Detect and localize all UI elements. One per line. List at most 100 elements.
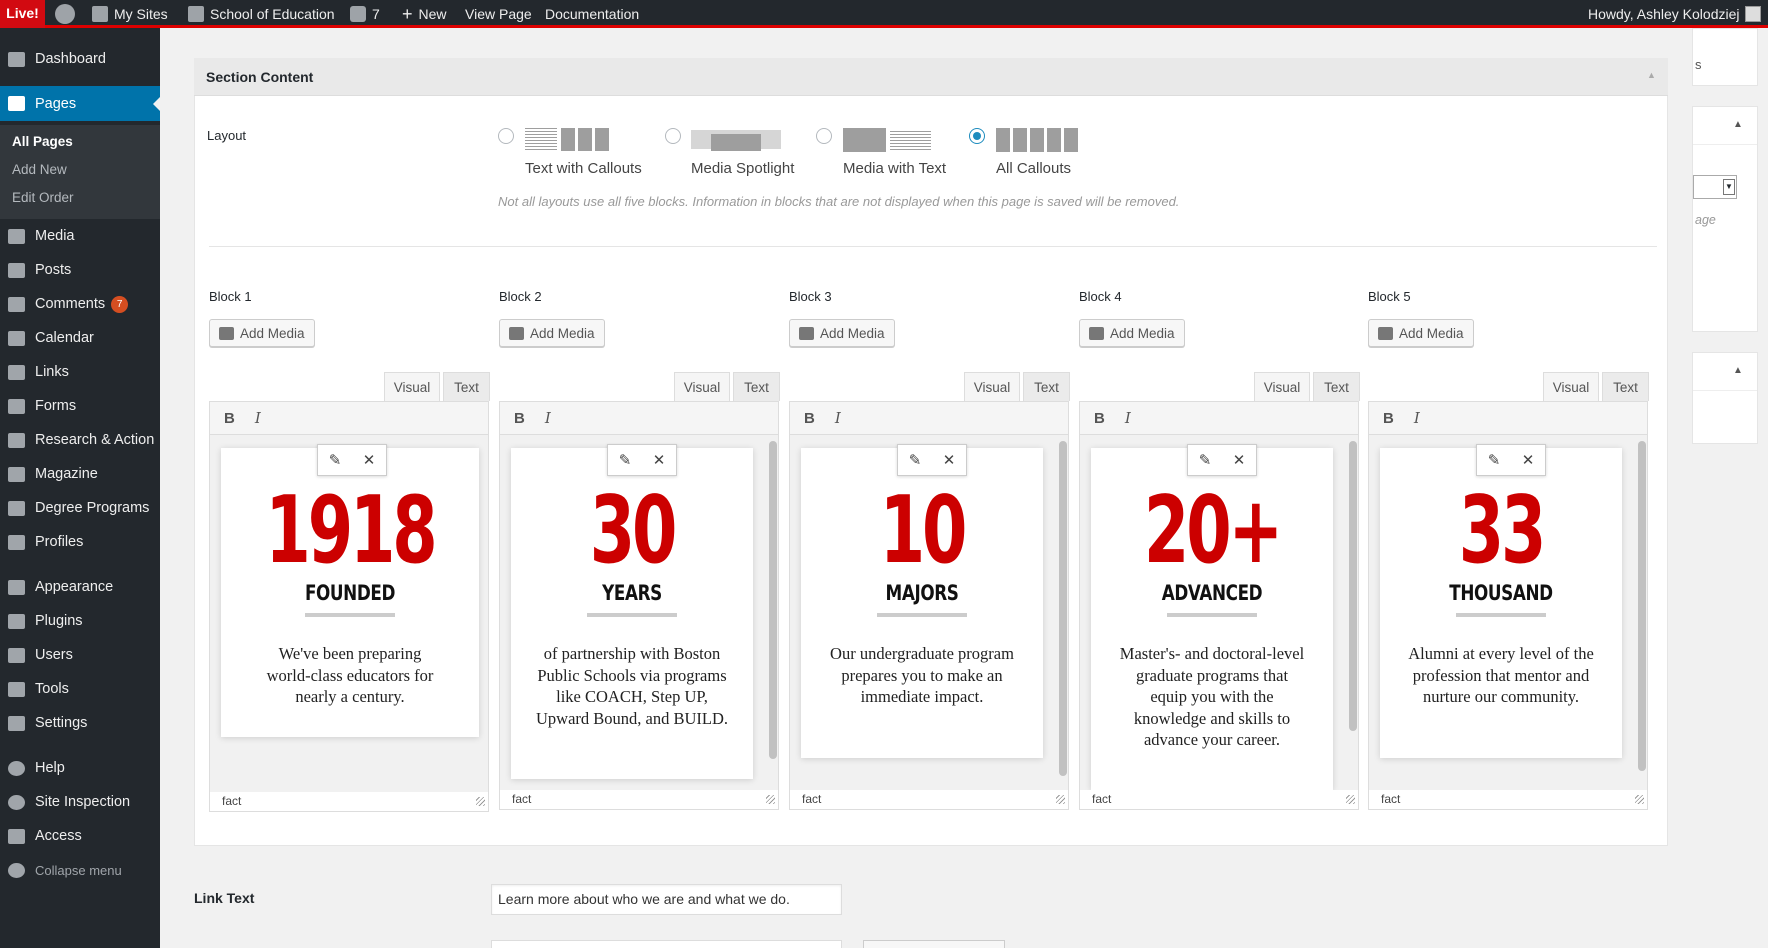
layout-label-text-callouts[interactable]: Text with Callouts <box>525 160 642 177</box>
add-media-button[interactable]: Add Media <box>789 319 895 347</box>
menu-dashboard[interactable]: Dashboard <box>0 42 160 76</box>
tab-text[interactable]: Text <box>1313 372 1360 401</box>
menu-help[interactable]: Help <box>0 751 160 785</box>
menu-links-label: Links <box>35 364 69 380</box>
close-icon[interactable]: ✕ <box>653 451 666 469</box>
bold-button[interactable]: B <box>514 410 525 427</box>
live-badge[interactable]: Live! <box>0 0 45 28</box>
editor-scrollbar[interactable] <box>1638 441 1646 771</box>
resize-handle-icon[interactable] <box>766 795 775 804</box>
callout-number: 10 <box>879 476 968 584</box>
pencil-icon[interactable]: ✎ <box>1199 451 1212 469</box>
collapse-caret-icon[interactable]: ▲ <box>1733 119 1743 130</box>
resize-handle-icon[interactable] <box>1635 795 1644 804</box>
menu-tools[interactable]: Tools <box>0 672 160 706</box>
layout-label-media-text[interactable]: Media with Text <box>843 160 946 177</box>
tab-text[interactable]: Text <box>1602 372 1649 401</box>
bold-button[interactable]: B <box>804 410 815 427</box>
menu-forms[interactable]: Forms <box>0 389 160 423</box>
menu-comments[interactable]: Comments 7 <box>0 287 160 321</box>
layout-radio-text-callouts[interactable] <box>498 128 514 144</box>
next-field-button[interactable] <box>863 940 1005 948</box>
next-field-input[interactable] <box>491 940 842 948</box>
editor-scrollbar[interactable] <box>1059 441 1067 776</box>
tab-visual[interactable]: Visual <box>674 372 730 401</box>
menu-dashboard-label: Dashboard <box>35 51 106 67</box>
italic-button[interactable]: I <box>835 409 841 427</box>
menu-site-inspection[interactable]: Site Inspection <box>0 785 160 819</box>
path-status: fact <box>802 792 822 806</box>
tab-visual[interactable]: Visual <box>964 372 1020 401</box>
tab-text[interactable]: Text <box>733 372 780 401</box>
menu-plugins[interactable]: Plugins <box>0 604 160 638</box>
add-media-button[interactable]: Add Media <box>1368 319 1474 347</box>
tab-visual[interactable]: Visual <box>1254 372 1310 401</box>
pencil-icon[interactable]: ✎ <box>1488 451 1501 469</box>
plugin-icon <box>8 613 25 629</box>
menu-research[interactable]: Research & Action <box>0 423 160 457</box>
comments-link[interactable]: 7 <box>350 0 380 28</box>
tab-text[interactable]: Text <box>1023 372 1070 401</box>
close-icon[interactable]: ✕ <box>943 451 956 469</box>
my-sites-link[interactable]: My Sites <box>92 0 168 28</box>
add-media-button[interactable]: Add Media <box>499 319 605 347</box>
editor-scrollbar[interactable] <box>1349 441 1357 731</box>
site-name-link[interactable]: School of Education <box>188 0 335 28</box>
menu-pages[interactable]: Pages <box>0 86 160 121</box>
resize-handle-icon[interactable] <box>476 797 485 806</box>
italic-button[interactable]: I <box>255 409 261 427</box>
layout-radio-all-callouts[interactable] <box>969 128 985 144</box>
collapse-caret-icon[interactable]: ▲ <box>1733 365 1743 376</box>
bold-button[interactable]: B <box>1383 410 1394 427</box>
layout-radio-media-spotlight[interactable] <box>665 128 681 144</box>
menu-degree-programs[interactable]: Degree Programs <box>0 491 160 525</box>
pencil-icon[interactable]: ✎ <box>619 451 632 469</box>
link-text-input[interactable]: Learn more about who we are and what we … <box>491 884 842 915</box>
menu-profiles[interactable]: Profiles <box>0 525 160 559</box>
section-content-header[interactable]: Section Content ▲ <box>194 58 1668 96</box>
menu-magazine[interactable]: Magazine <box>0 457 160 491</box>
bold-button[interactable]: B <box>1094 410 1105 427</box>
menu-calendar[interactable]: Calendar <box>0 321 160 355</box>
current-menu-arrow <box>153 96 161 112</box>
italic-button[interactable]: I <box>545 409 551 427</box>
tab-visual[interactable]: Visual <box>384 372 440 401</box>
layout-radio-media-text[interactable] <box>816 128 832 144</box>
howdy-user[interactable]: Howdy, Ashley Kolodziej <box>1588 0 1762 28</box>
menu-users[interactable]: Users <box>0 638 160 672</box>
comments-icon <box>8 296 25 312</box>
layout-label-media-spotlight[interactable]: Media Spotlight <box>691 160 794 177</box>
resize-handle-icon[interactable] <box>1346 795 1355 804</box>
close-icon[interactable]: ✕ <box>1233 451 1246 469</box>
resize-handle-icon[interactable] <box>1056 795 1065 804</box>
documentation-link[interactable]: Documentation <box>545 0 639 28</box>
new-content-link[interactable]: + New <box>402 0 447 28</box>
layout-label-all-callouts[interactable]: All Callouts <box>996 160 1071 177</box>
italic-button[interactable]: I <box>1125 409 1131 427</box>
add-media-button[interactable]: Add Media <box>1079 319 1185 347</box>
menu-appearance[interactable]: Appearance <box>0 570 160 604</box>
add-media-button[interactable]: Add Media <box>209 319 315 347</box>
italic-button[interactable]: I <box>1414 409 1420 427</box>
wordpress-logo-icon[interactable] <box>55 0 75 28</box>
editor-scrollbar[interactable] <box>769 441 777 759</box>
tab-text[interactable]: Text <box>443 372 490 401</box>
right-select[interactable]: ▼ <box>1693 175 1737 199</box>
menu-access[interactable]: Access <box>0 819 160 853</box>
submenu-add-new[interactable]: Add New <box>12 162 67 177</box>
pencil-icon[interactable]: ✎ <box>909 451 922 469</box>
submenu-edit-order[interactable]: Edit Order <box>12 190 74 205</box>
menu-settings[interactable]: Settings <box>0 706 160 740</box>
menu-links[interactable]: Links <box>0 355 160 389</box>
collapse-menu-button[interactable]: Collapse menu <box>0 853 160 887</box>
menu-media[interactable]: Media <box>0 219 160 253</box>
view-page-link[interactable]: View Page <box>465 0 532 28</box>
pencil-icon[interactable]: ✎ <box>329 451 342 469</box>
menu-posts[interactable]: Posts <box>0 253 160 287</box>
tab-visual[interactable]: Visual <box>1543 372 1599 401</box>
submenu-all-pages[interactable]: All Pages <box>12 134 73 149</box>
close-icon[interactable]: ✕ <box>1522 451 1535 469</box>
close-icon[interactable]: ✕ <box>363 451 376 469</box>
collapse-caret-icon[interactable]: ▲ <box>1647 70 1656 80</box>
bold-button[interactable]: B <box>224 410 235 427</box>
